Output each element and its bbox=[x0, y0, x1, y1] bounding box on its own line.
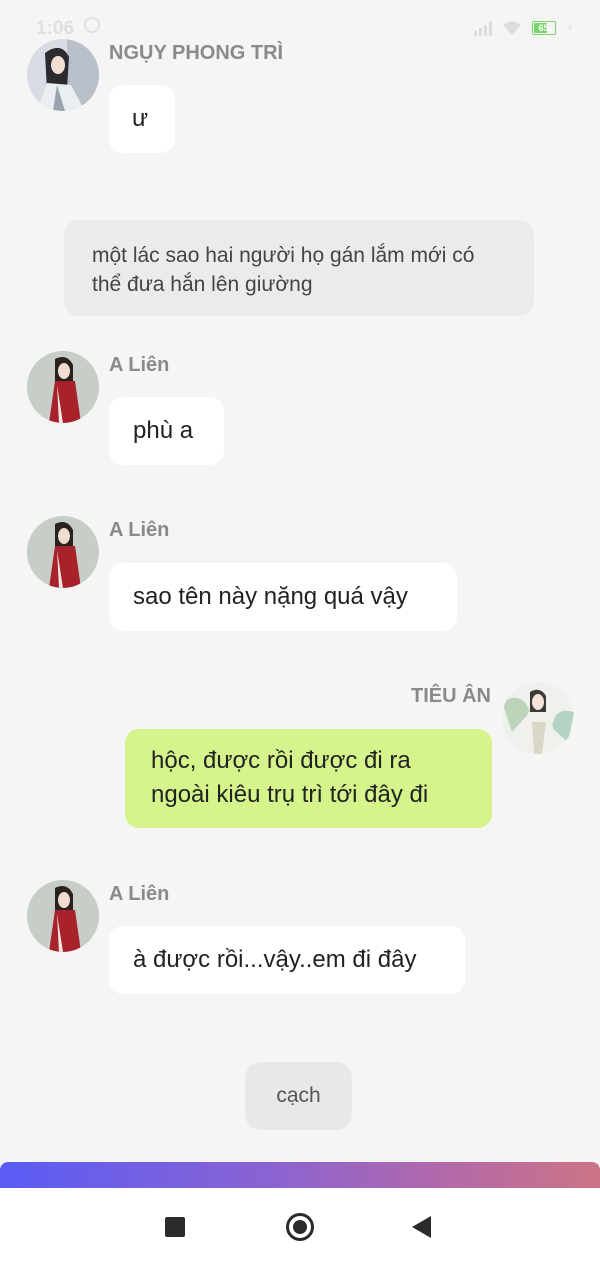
signal-icon bbox=[473, 20, 492, 36]
message-bubble[interactable]: hộc, được rồi được đi ra ngoài kiêu trụ … bbox=[125, 729, 492, 828]
avatar[interactable] bbox=[502, 682, 574, 754]
message-bubble[interactable]: sao tên này nặng quá vậy bbox=[109, 563, 457, 631]
status-bar: 1:06 65 ⚡ bbox=[0, 0, 600, 44]
battery-level: 65 bbox=[538, 23, 549, 33]
message-line: hộc, được rồi được đi ra bbox=[151, 747, 411, 774]
battery-icon: 65 bbox=[531, 21, 556, 35]
sender-name: A Liên bbox=[109, 519, 170, 541]
sender-name: TIÊU ÂN bbox=[411, 685, 491, 707]
sender-name: A Liên bbox=[109, 883, 170, 905]
avatar[interactable] bbox=[27, 39, 99, 111]
avatar-image bbox=[27, 516, 99, 588]
avatar[interactable] bbox=[27, 880, 99, 952]
back-triangle-icon[interactable] bbox=[412, 1216, 431, 1238]
status-time: 1:06 bbox=[36, 18, 75, 39]
sender-name: NGỤY PHONG TRÌ bbox=[109, 42, 284, 64]
status-indicators: 65 ⚡ bbox=[473, 18, 574, 38]
narration-bubble[interactable]: một lác sao hai người họ gán lắm mới có … bbox=[64, 220, 534, 316]
avatar[interactable] bbox=[27, 516, 99, 588]
avatar-image bbox=[502, 682, 574, 754]
avatar-image bbox=[27, 880, 99, 952]
sender-name: A Liên bbox=[109, 354, 170, 376]
charging-icon: ⚡ bbox=[565, 21, 574, 35]
avatar-image bbox=[27, 39, 99, 111]
avatar[interactable] bbox=[27, 351, 99, 423]
message-bubble[interactable]: ư bbox=[109, 85, 175, 153]
message-bubble[interactable]: à được rồi...vậy..em đi đây bbox=[109, 926, 465, 994]
home-circle-icon[interactable] bbox=[286, 1213, 314, 1241]
system-nav-bar bbox=[0, 1188, 600, 1267]
message-bubble[interactable]: phù a bbox=[109, 397, 224, 465]
next-action-button[interactable]: cạch bbox=[245, 1062, 352, 1130]
wifi-icon bbox=[502, 21, 521, 35]
message-line: ngoài kiêu trụ trì tới đây đi bbox=[151, 781, 429, 808]
alarm-icon bbox=[84, 17, 100, 33]
story-progress-bar bbox=[0, 1162, 600, 1188]
recents-square-icon[interactable] bbox=[165, 1217, 185, 1237]
avatar-image bbox=[27, 351, 99, 423]
